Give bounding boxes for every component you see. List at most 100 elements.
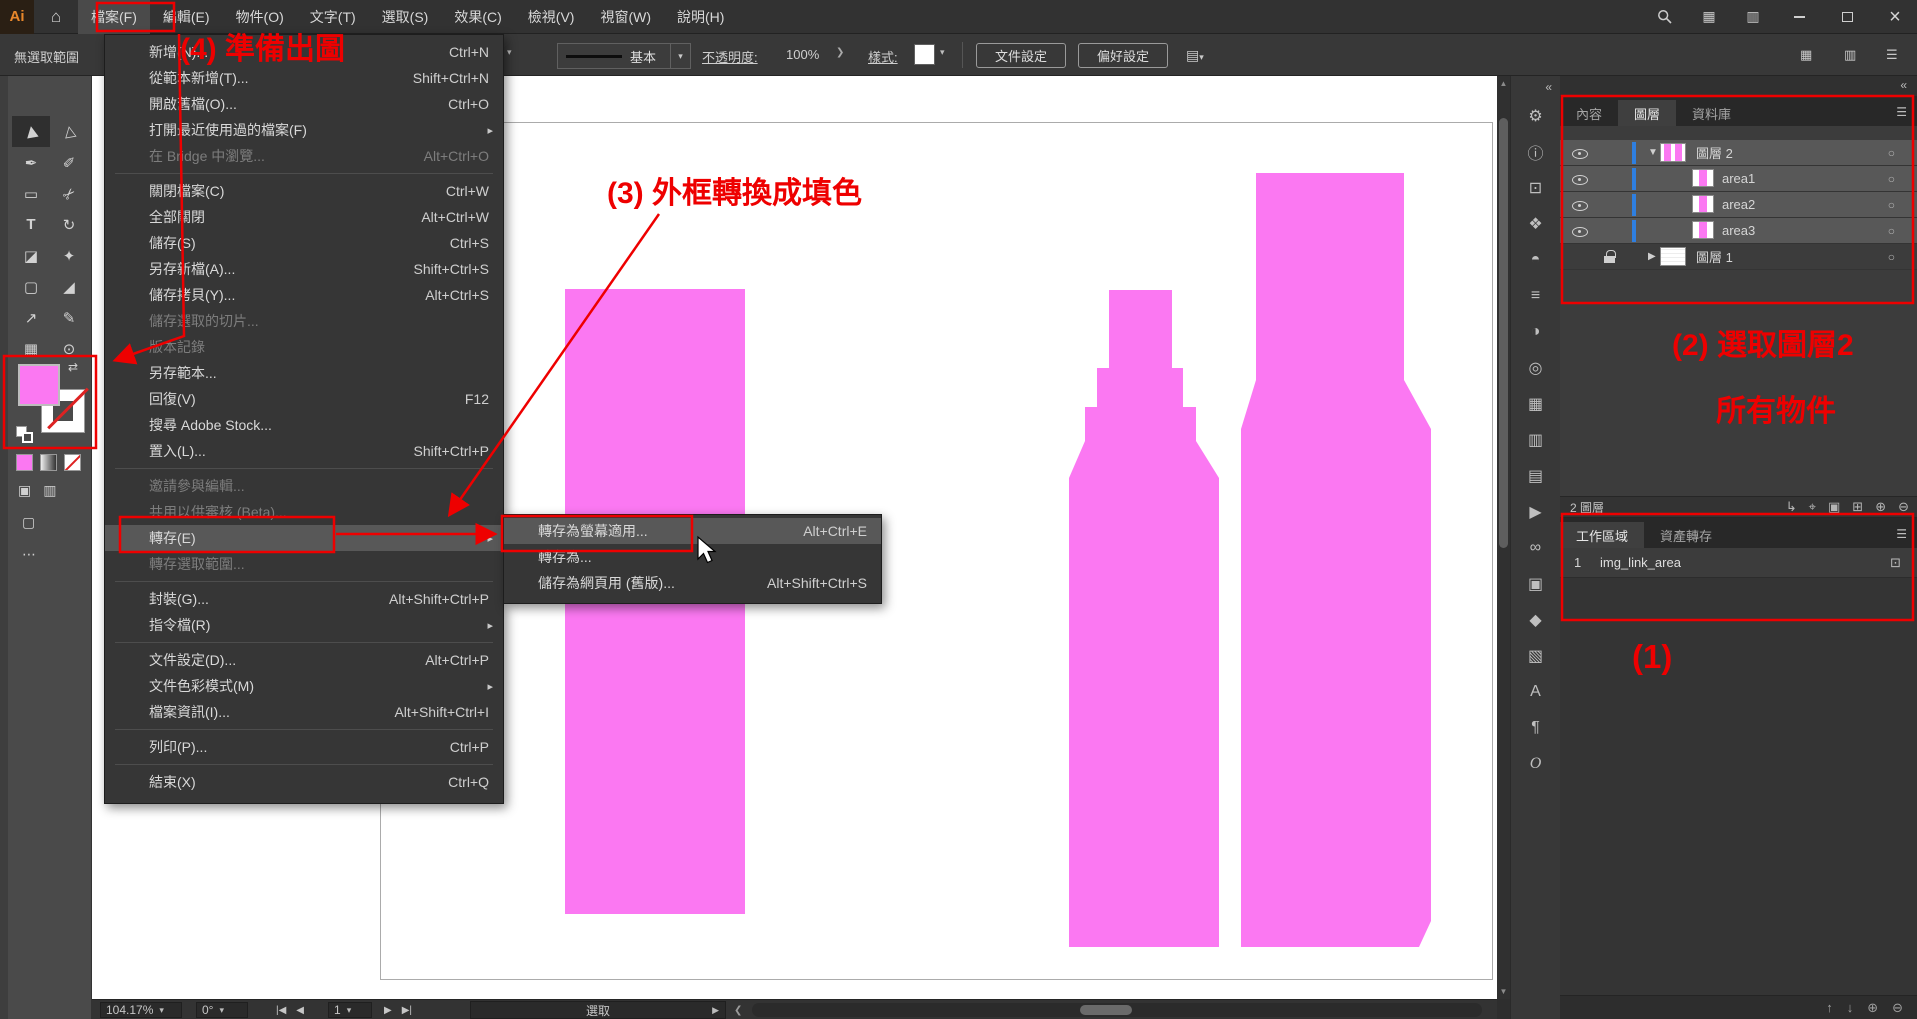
draw-normal-icon[interactable]: ▣ xyxy=(18,482,31,499)
document-arrange-icon[interactable] xyxy=(1800,47,1812,63)
vertical-scrollbar[interactable]: ▲ ▼ xyxy=(1497,76,1510,999)
file-menu-item-save[interactable]: 儲存(S)Ctrl+S xyxy=(105,230,503,256)
artboards-panel-menu-icon[interactable] xyxy=(1896,526,1907,541)
workspace-switcher-icon[interactable] xyxy=(1689,0,1729,34)
next-artboard-icon[interactable]: ▶ xyxy=(384,1005,392,1016)
visibility-icon[interactable] xyxy=(1572,145,1588,161)
restore-button[interactable] xyxy=(1825,0,1869,34)
preferences-button[interactable]: 偏好設定 xyxy=(1078,43,1168,68)
file-menu-item-close[interactable]: 關閉檔案(C)Ctrl+W xyxy=(105,178,503,204)
artboard-row[interactable]: 1 img_link_area ⊡ xyxy=(1560,548,1917,578)
locate-object-icon[interactable]: ⌖ xyxy=(1809,499,1816,515)
layer-row-area3[interactable]: area3 xyxy=(1560,218,1917,244)
layer-row-layer1[interactable]: ▶ 圖層 1 xyxy=(1560,244,1917,270)
style-swatch[interactable] xyxy=(914,44,935,65)
stroke-width-dropdown-icon[interactable]: ▾ xyxy=(507,47,512,58)
magic-wand-tool[interactable] xyxy=(50,240,88,271)
layer-row-area2[interactable]: area2 xyxy=(1560,192,1917,218)
horizontal-scroll-thumb[interactable] xyxy=(1080,1005,1132,1015)
selection-tool[interactable] xyxy=(12,116,50,147)
tab-artboards[interactable]: 工作區域 xyxy=(1560,522,1644,548)
tab-layers[interactable]: 圖層 xyxy=(1618,100,1676,126)
new-layer-icon[interactable]: ⊕ xyxy=(1875,499,1886,515)
artboards-icon[interactable]: ⊡ xyxy=(1511,170,1561,206)
opacity-label[interactable]: 不透明度: xyxy=(702,47,758,66)
visibility-icon[interactable] xyxy=(1572,171,1588,187)
type-tool[interactable] xyxy=(12,209,50,240)
eyedropper-tool[interactable] xyxy=(50,271,88,302)
document-setup-button[interactable]: 文件設定 xyxy=(976,43,1066,68)
file-menu-item-export[interactable]: 轉存(E) xyxy=(105,525,503,551)
actions-icon[interactable]: ▶ xyxy=(1511,494,1561,530)
pencil-tool[interactable] xyxy=(50,302,88,333)
menu-file[interactable]: 檔案(F) xyxy=(78,0,150,34)
file-menu-item-package[interactable]: 封裝(G)...Alt+Shift+Ctrl+P xyxy=(105,586,503,612)
minimize-button[interactable] xyxy=(1777,0,1821,34)
none-button[interactable] xyxy=(64,454,81,471)
gradient-button[interactable] xyxy=(40,454,57,471)
knife-tool[interactable] xyxy=(50,178,88,209)
shape-tool[interactable] xyxy=(12,271,50,302)
layer-name[interactable]: area1 xyxy=(1722,171,1755,186)
move-up-icon[interactable]: ↑ xyxy=(1826,1000,1833,1015)
draw-behind-icon[interactable]: ▥ xyxy=(43,482,56,499)
rotate-tool[interactable] xyxy=(50,209,88,240)
horizontal-scrollbar[interactable] xyxy=(752,1003,1482,1017)
file-menu-item-revert[interactable]: 回復(V)F12 xyxy=(105,386,503,412)
file-menu-item-place[interactable]: 置入(L)...Shift+Ctrl+P xyxy=(105,438,503,464)
tab-properties[interactable]: 內容 xyxy=(1560,100,1618,126)
shear-tool[interactable] xyxy=(12,302,50,333)
zoom-level-select[interactable]: 104.17%▾ xyxy=(100,1002,182,1018)
search-icon[interactable] xyxy=(1645,0,1685,34)
stroke-style-select[interactable]: 基本 ▾ xyxy=(557,43,691,69)
layer-row-area1[interactable]: area1 xyxy=(1560,166,1917,192)
target-icon[interactable] xyxy=(1888,198,1895,212)
graph-icon[interactable]: ▥ xyxy=(1511,422,1561,458)
visibility-icon[interactable] xyxy=(1572,197,1588,213)
file-menu-item-file-info[interactable]: 檔案資訊(I)...Alt+Shift+Ctrl+I xyxy=(105,699,503,725)
gradient-mesh-icon[interactable]: ◓ xyxy=(1511,242,1561,278)
fill-color-swatch[interactable] xyxy=(18,364,60,406)
control-bar-menu-icon[interactable] xyxy=(1886,47,1898,63)
file-menu-item-save-as[interactable]: 另存新檔(A)...Shift+Ctrl+S xyxy=(105,256,503,282)
target-icon[interactable] xyxy=(1888,146,1895,160)
chevron-right-icon[interactable]: ▶ xyxy=(1648,251,1656,262)
transparency-icon[interactable]: ◑ xyxy=(1511,314,1561,350)
menu-view[interactable]: 檢視(V) xyxy=(515,0,588,34)
layer-name[interactable]: area3 xyxy=(1722,223,1755,238)
tab-libraries[interactable]: 資料庫 xyxy=(1676,100,1747,126)
vertical-scroll-thumb[interactable] xyxy=(1499,118,1508,548)
file-menu-item-scripts[interactable]: 指令檔(R) xyxy=(105,612,503,638)
delete-layer-icon[interactable]: ⊖ xyxy=(1898,499,1909,515)
panel-layout-icon[interactable] xyxy=(1844,47,1856,63)
stroke-icon[interactable]: ≡ xyxy=(1511,278,1561,314)
expand-panels-icon[interactable]: « xyxy=(1545,76,1560,98)
artboard-nav-select[interactable]: 1▾ xyxy=(328,1002,372,1018)
tool-options-icon[interactable]: ▤▾ xyxy=(1186,47,1204,64)
file-menu-item-save-as-template[interactable]: 另存範本... xyxy=(105,360,503,386)
file-menu-item-document-color-mode[interactable]: 文件色彩模式(M) xyxy=(105,673,503,699)
opacity-value[interactable]: 100% xyxy=(786,47,819,62)
make-mask-icon[interactable]: ▣ xyxy=(1828,499,1840,515)
target-icon[interactable] xyxy=(1888,224,1895,238)
appearance-icon[interactable]: O xyxy=(1511,746,1561,782)
chevron-down-icon[interactable]: ▼ xyxy=(1648,147,1658,158)
opacity-flyout-icon[interactable]: ❯ xyxy=(836,47,844,58)
style-label[interactable]: 樣式: xyxy=(868,47,898,66)
collect-for-export-icon[interactable]: ↳ xyxy=(1786,499,1797,515)
layer-name[interactable]: 圖層 2 xyxy=(1696,143,1733,162)
lock-icon[interactable] xyxy=(1604,250,1615,263)
scroll-up-icon[interactable]: ▲ xyxy=(1497,79,1510,88)
file-menu-item-save-a-copy[interactable]: 儲存拷貝(Y)...Alt+Ctrl+S xyxy=(105,282,503,308)
layer-name[interactable]: 圖層 1 xyxy=(1696,247,1733,266)
menu-window[interactable]: 視窗(W) xyxy=(587,0,664,34)
home-icon[interactable]: ⌂ xyxy=(34,0,78,34)
character-icon[interactable]: A xyxy=(1511,674,1561,710)
color-icon[interactable]: ◆ xyxy=(1511,602,1561,638)
artboard-icon[interactable]: ⊡ xyxy=(1890,555,1901,571)
pen-tool[interactable] xyxy=(12,147,50,178)
eraser-tool[interactable] xyxy=(12,240,50,271)
file-menu-item-document-setup[interactable]: 文件設定(D)...Alt+Ctrl+P xyxy=(105,647,503,673)
tab-asset-export[interactable]: 資產轉存 xyxy=(1644,522,1728,548)
artboard-name[interactable]: img_link_area xyxy=(1600,555,1681,570)
